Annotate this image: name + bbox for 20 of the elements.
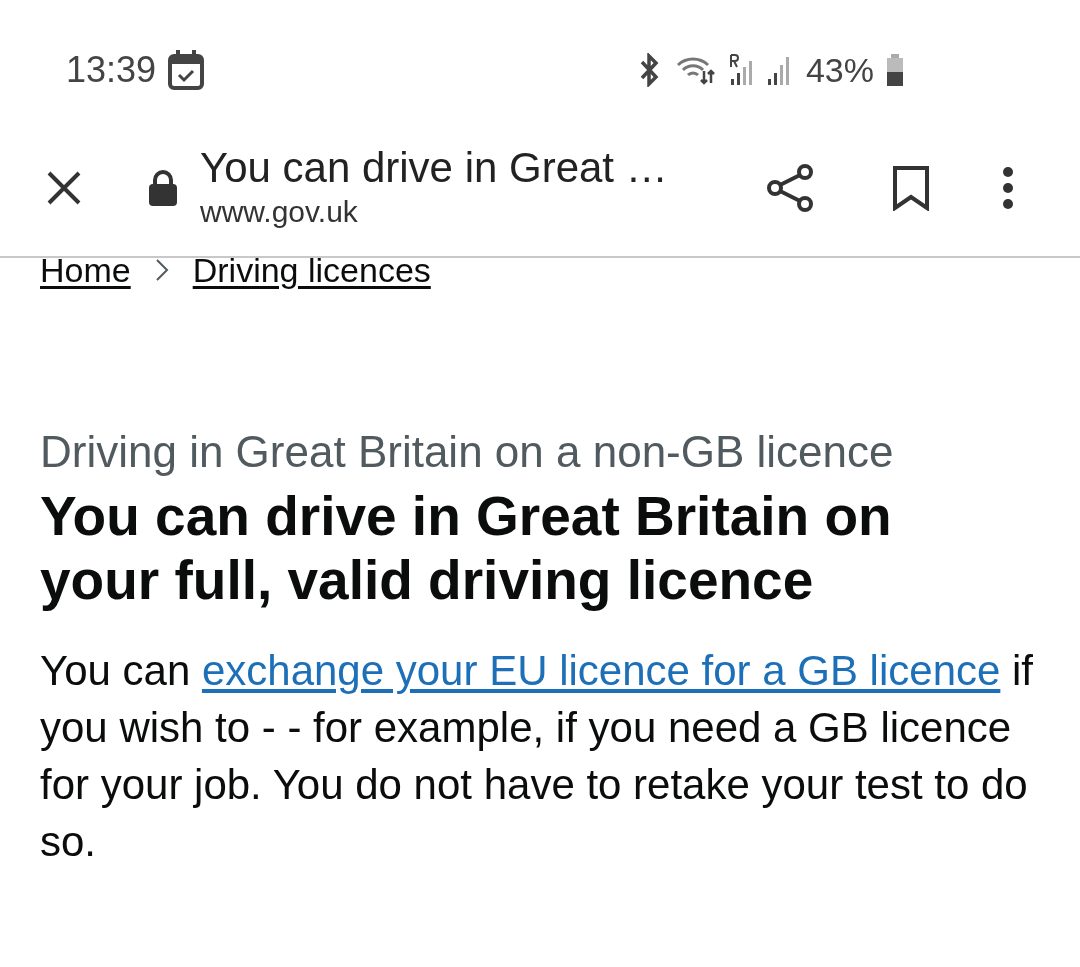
chevron-icon [154, 258, 169, 282]
signal-icon [727, 53, 754, 87]
breadcrumb-link[interactable]: Driving licences [192, 250, 431, 290]
page-url: www.gov.uk [200, 194, 359, 230]
page-title: You can drive in Great … [200, 144, 669, 192]
battery-icon [886, 54, 904, 86]
bookmark-icon [891, 165, 931, 211]
page-caption: Driving in Great Britain on a non-GB licence [40, 426, 895, 478]
clock-time: 13:39 [66, 48, 157, 92]
menu-icon [1001, 166, 1015, 210]
lock-icon [148, 170, 178, 206]
wifi-icon [675, 55, 716, 85]
close-icon [46, 170, 82, 206]
battery-percentage: 43% [805, 49, 874, 91]
body-paragraph: You can exchange your EU licence for a GB licence if you wish to - - for example, if you need a GB licence for your job. You do not have to retake your test to do so. [40, 646, 1035, 867]
calendar-icon [168, 50, 205, 90]
page-heading: You can drive in Great Britain on your full, valid driving licence [40, 484, 893, 612]
exchange-link[interactable]: exchange your EU licence for a GB licence [201, 647, 1001, 694]
breadcrumb-link[interactable]: Home [40, 250, 131, 290]
share-icon [765, 163, 815, 213]
